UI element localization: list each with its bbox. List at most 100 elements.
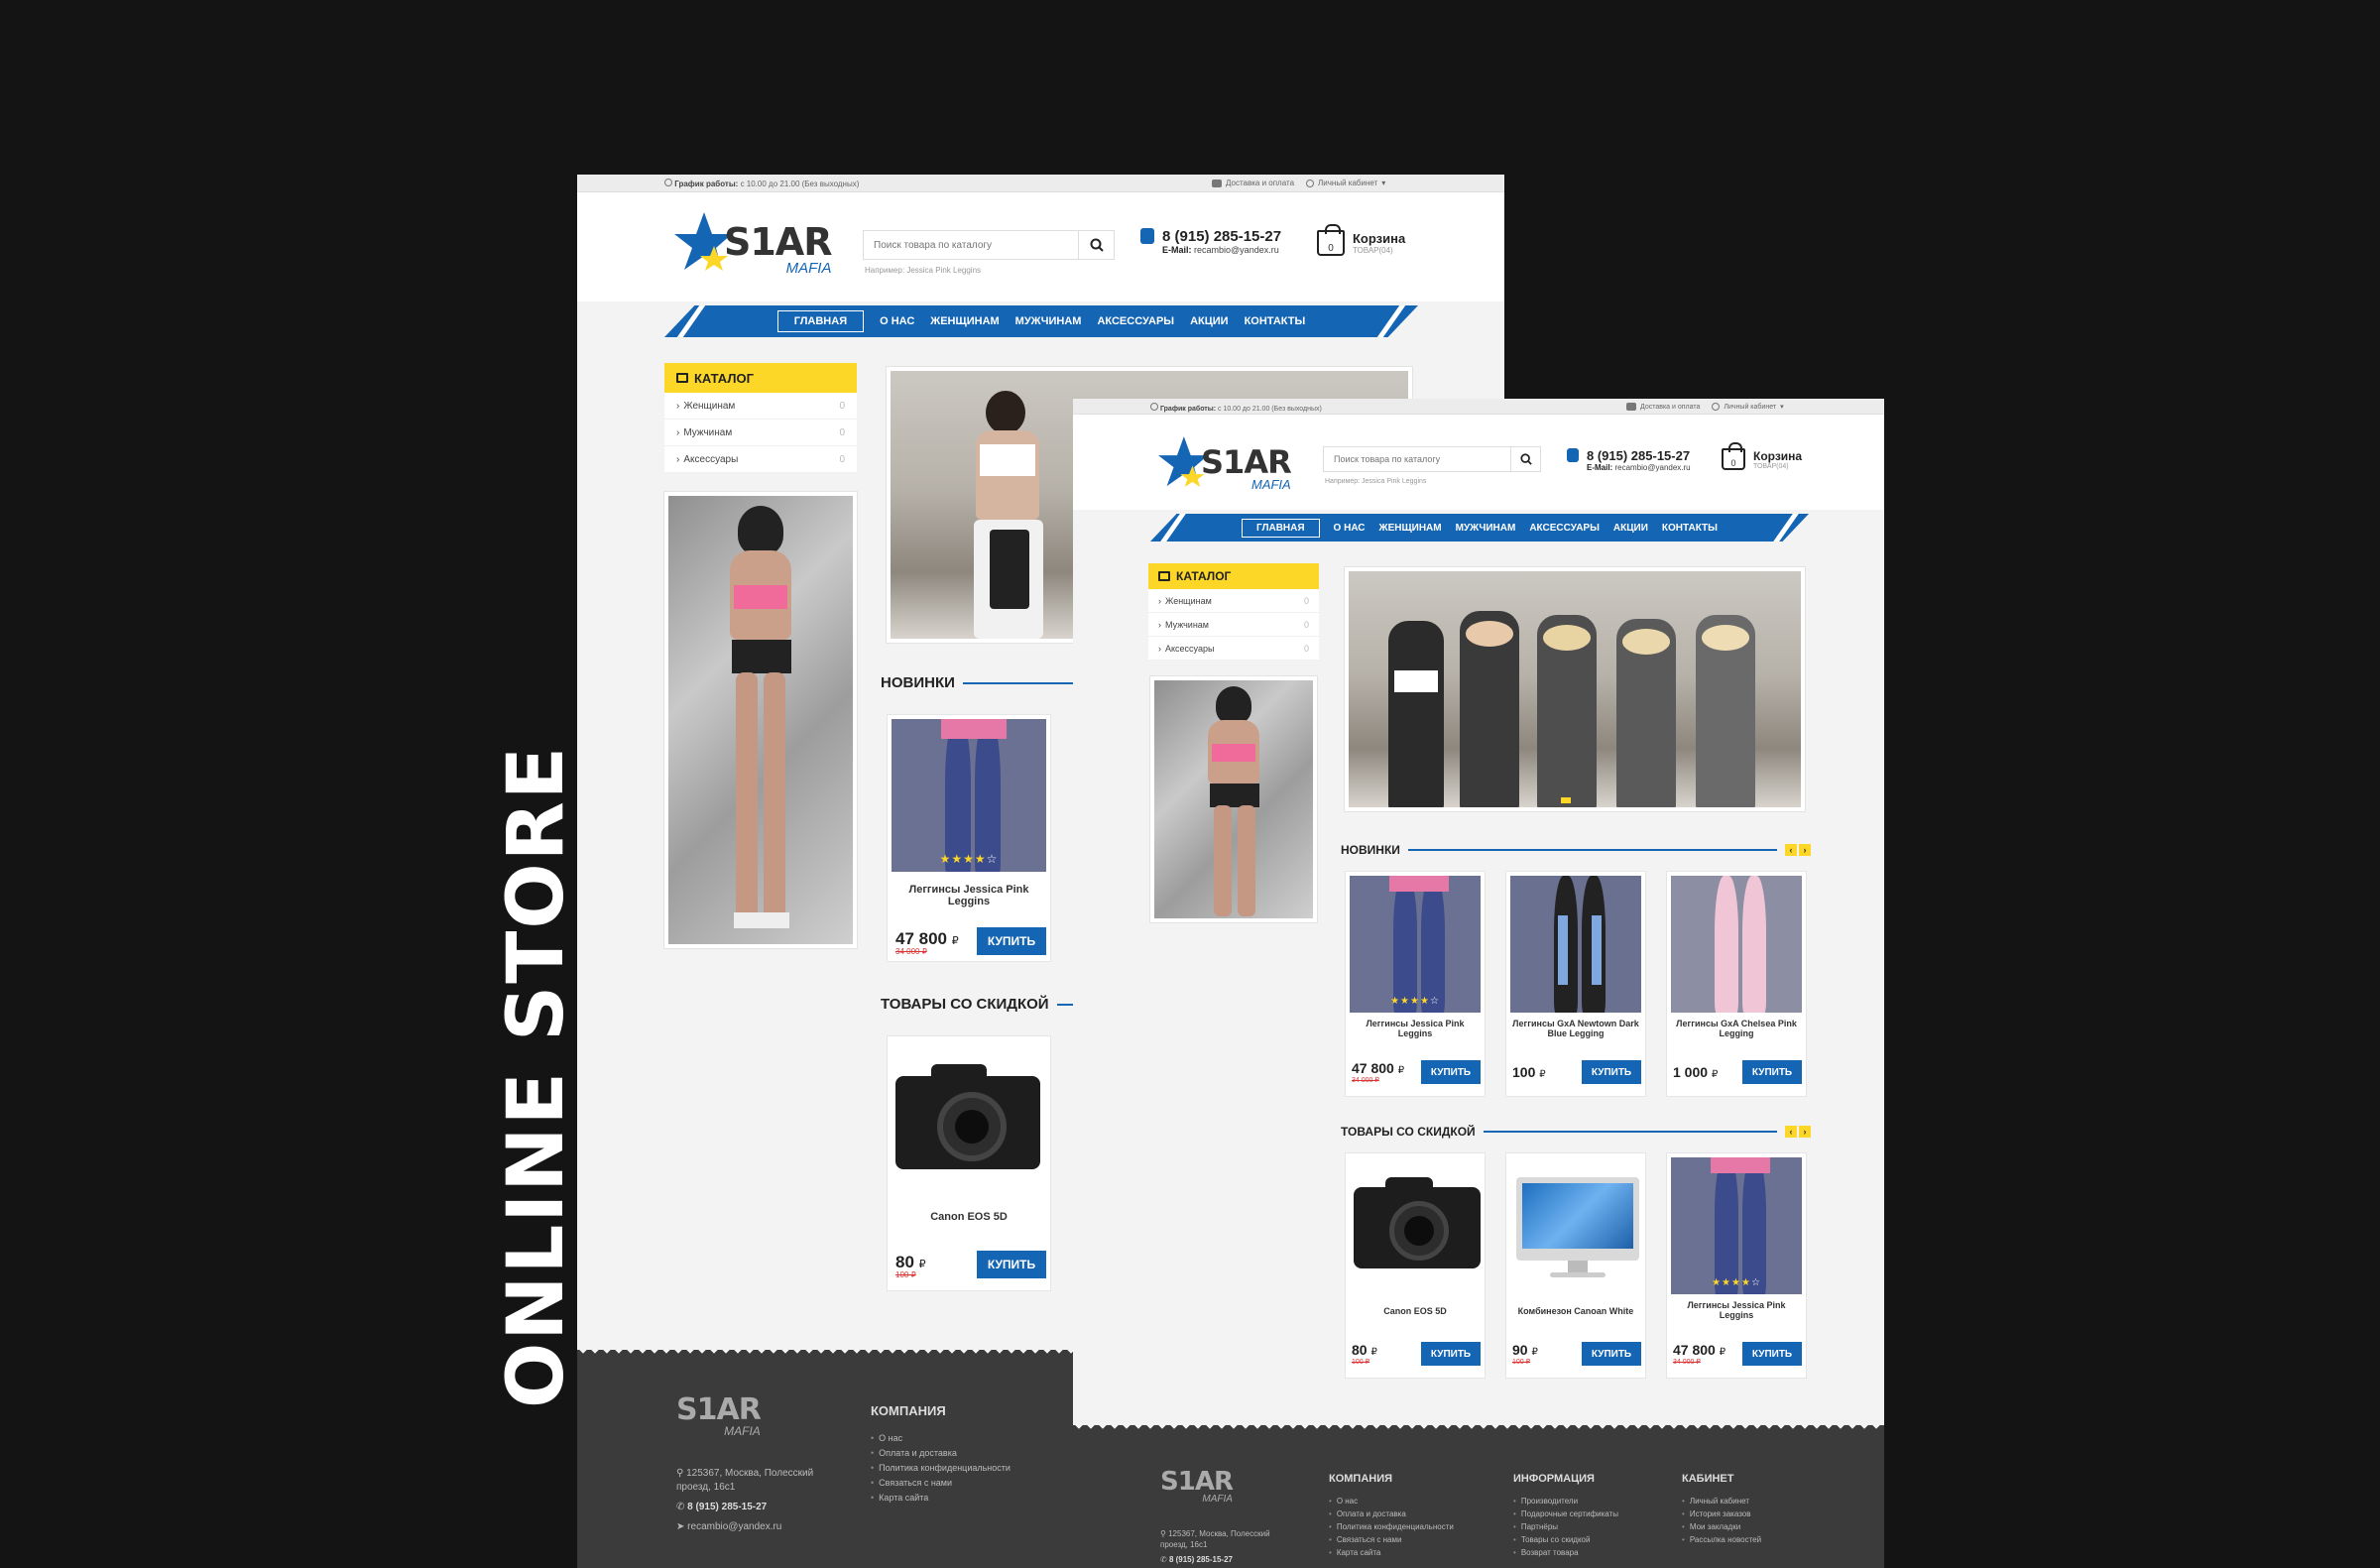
footer-link[interactable]: Личный кабинет bbox=[1682, 1495, 1761, 1508]
nav-men[interactable]: МУЖЧИНАМ bbox=[1015, 311, 1082, 331]
product-image[interactable]: ★★★★☆ bbox=[892, 719, 1046, 872]
footer-link[interactable]: Рассылка новостей bbox=[1682, 1533, 1761, 1546]
footer-phone[interactable]: 8 (915) 285-15-27 bbox=[687, 1502, 767, 1512]
product-image[interactable]: ★★★★☆ bbox=[1671, 1157, 1802, 1294]
footer-link[interactable]: Оплата и доставка bbox=[871, 1446, 1011, 1461]
product-image[interactable] bbox=[1671, 876, 1802, 1013]
buy-button[interactable]: КУПИТЬ bbox=[1421, 1342, 1481, 1366]
delivery-link[interactable]: Доставка и оплата bbox=[1626, 403, 1700, 411]
prev-arrow-icon[interactable]: ‹ bbox=[1785, 1126, 1797, 1138]
footer-phone[interactable]: 8 (915) 285-15-27 bbox=[1169, 1555, 1233, 1564]
slider-dot[interactable] bbox=[1561, 797, 1571, 803]
sidebar-banner-image[interactable] bbox=[664, 492, 857, 948]
footer-link[interactable]: Карта сайта bbox=[871, 1491, 1011, 1506]
nav-women[interactable]: ЖЕНЩИНАМ bbox=[1379, 520, 1442, 537]
nav-home[interactable]: ГЛАВНАЯ bbox=[776, 310, 865, 332]
footer-link[interactable]: Производители bbox=[1513, 1495, 1618, 1508]
product-card[interactable]: ★★★★☆ Леггинсы Jessica Pink Leggins 47 8… bbox=[1666, 1152, 1807, 1379]
account-link[interactable]: Личный кабинет ▾ bbox=[1712, 403, 1784, 411]
footer-link[interactable]: Подарочные сертификаты bbox=[1513, 1508, 1618, 1520]
footer-link[interactable]: Политика конфиденциальности bbox=[871, 1461, 1011, 1476]
footer-link[interactable]: Связаться с нами bbox=[871, 1476, 1011, 1491]
nav-about[interactable]: О НАС bbox=[880, 311, 914, 331]
search-button[interactable] bbox=[1510, 447, 1540, 471]
footer-logo[interactable]: S1AR MAFIA bbox=[676, 1395, 762, 1438]
buy-button[interactable]: КУПИТЬ bbox=[1582, 1342, 1641, 1366]
product-name[interactable]: Леггинсы Jessica Pink Leggins bbox=[1673, 1300, 1800, 1320]
product-image[interactable] bbox=[892, 1040, 1046, 1193]
product-name[interactable]: Леггинсы Jessica Pink Leggins bbox=[893, 884, 1044, 907]
nav-men[interactable]: МУЖЧИНАМ bbox=[1456, 520, 1516, 537]
next-arrow-icon[interactable]: › bbox=[1799, 1126, 1811, 1138]
product-card[interactable]: Леггинсы GxA Newtown Dark Blue Legging 1… bbox=[1505, 871, 1646, 1097]
search-input[interactable] bbox=[864, 231, 1078, 259]
product-name[interactable]: Леггинсы Jessica Pink Leggins bbox=[1352, 1019, 1479, 1038]
footer-email[interactable]: recambio@yandex.ru bbox=[687, 1521, 781, 1532]
buy-button[interactable]: КУПИТЬ bbox=[1582, 1060, 1641, 1084]
footer-logo[interactable]: S1AR MAFIA bbox=[1160, 1469, 1234, 1505]
prev-arrow-icon[interactable]: ‹ bbox=[1785, 844, 1797, 856]
footer-link[interactable]: О нас bbox=[871, 1431, 1011, 1446]
next-arrow-icon[interactable]: › bbox=[1799, 844, 1811, 856]
product-image[interactable]: ★★★★☆ bbox=[1350, 876, 1481, 1013]
footer-link[interactable]: Мои закладки bbox=[1682, 1520, 1761, 1533]
sidebar-banner-image[interactable] bbox=[1150, 676, 1317, 922]
nav-sales[interactable]: АКЦИИ bbox=[1190, 311, 1229, 331]
buy-button[interactable]: КУПИТЬ bbox=[1742, 1060, 1802, 1084]
footer-link[interactable]: Оплата и доставка bbox=[1329, 1508, 1454, 1520]
product-card[interactable]: Canon EOS 5D 80 ₽ 100 ₽ КУПИТЬ bbox=[1345, 1152, 1486, 1379]
catalog-item[interactable]: › Аксессуары 0 bbox=[1148, 637, 1319, 661]
product-name[interactable]: Canon EOS 5D bbox=[1352, 1306, 1479, 1316]
nav-accessories[interactable]: АКСЕССУАРЫ bbox=[1097, 311, 1174, 331]
account-link[interactable]: Личный кабинет ▾ bbox=[1306, 179, 1385, 187]
nav-contacts[interactable]: КОНТАКТЫ bbox=[1245, 311, 1306, 331]
product-card[interactable]: ★★★★☆ Леггинсы Jessica Pink Leggins 47 8… bbox=[887, 714, 1051, 962]
cart[interactable]: 0 Корзина ТОВАР(04) bbox=[1722, 442, 1802, 470]
catalog-item[interactable]: › Мужчинам 0 bbox=[664, 420, 857, 446]
product-image[interactable] bbox=[1510, 876, 1641, 1013]
product-card[interactable]: ★★★★☆ Леггинсы Jessica Pink Leggins 47 8… bbox=[1345, 871, 1486, 1097]
buy-button[interactable]: КУПИТЬ bbox=[1421, 1060, 1481, 1084]
product-image[interactable] bbox=[1350, 1157, 1481, 1294]
catalog-item[interactable]: › Мужчинам 0 bbox=[1148, 613, 1319, 637]
footer-link[interactable]: Возврат товара bbox=[1513, 1546, 1618, 1559]
footer-link[interactable]: Партнёры bbox=[1513, 1520, 1618, 1533]
product-card[interactable]: Леггинсы GxA Chelsea Pink Legging 1 000 … bbox=[1666, 871, 1807, 1097]
nav-sales[interactable]: АКЦИИ bbox=[1613, 520, 1648, 537]
product-name[interactable]: Комбинезон Canoan White bbox=[1512, 1306, 1639, 1316]
buy-button[interactable]: КУПИТЬ bbox=[1742, 1342, 1802, 1366]
product-image[interactable] bbox=[1510, 1157, 1641, 1294]
logo[interactable]: S1AR MAFIA bbox=[1158, 436, 1292, 491]
logo[interactable]: S1AR MAFIA bbox=[674, 212, 832, 276]
cart[interactable]: 0 Корзина ТОВАР(04) bbox=[1317, 224, 1405, 256]
catalog-header[interactable]: КАТАЛОГ bbox=[664, 363, 857, 393]
phone-number[interactable]: 8 (915) 285-15-27 bbox=[1162, 228, 1281, 245]
catalog-item[interactable]: › Женщинам 0 bbox=[664, 393, 857, 420]
search-button[interactable] bbox=[1078, 231, 1114, 259]
catalog-item[interactable]: › Женщинам 0 bbox=[1148, 589, 1319, 613]
nav-women[interactable]: ЖЕНЩИНАМ bbox=[930, 311, 999, 331]
hero-banner-image[interactable] bbox=[1345, 567, 1805, 811]
email-link[interactable]: recambio@yandex.ru bbox=[1194, 245, 1279, 255]
buy-button[interactable]: КУПИТЬ bbox=[977, 1251, 1046, 1278]
product-card[interactable]: Canon EOS 5D 80 ₽ 100 ₽ КУПИТЬ bbox=[887, 1035, 1051, 1291]
nav-home[interactable]: ГЛАВНАЯ bbox=[1242, 518, 1320, 538]
product-name[interactable]: Леггинсы GxA Newtown Dark Blue Legging bbox=[1512, 1019, 1639, 1038]
phone-number[interactable]: 8 (915) 285-15-27 bbox=[1587, 448, 1691, 463]
email-link[interactable]: recambio@yandex.ru bbox=[1614, 463, 1690, 472]
catalog-item[interactable]: › Аксессуары 0 bbox=[664, 446, 857, 473]
footer-link[interactable]: Товары со скидкой bbox=[1513, 1533, 1618, 1546]
nav-about[interactable]: О НАС bbox=[1334, 520, 1366, 537]
nav-accessories[interactable]: АКСЕССУАРЫ bbox=[1529, 520, 1600, 537]
buy-button[interactable]: КУПИТЬ bbox=[977, 927, 1046, 955]
footer-link[interactable]: Связаться с нами bbox=[1329, 1533, 1454, 1546]
footer-link[interactable]: Карта сайта bbox=[1329, 1546, 1454, 1559]
product-name[interactable]: Леггинсы GxA Chelsea Pink Legging bbox=[1673, 1019, 1800, 1038]
footer-link[interactable]: Политика конфиденциальности bbox=[1329, 1520, 1454, 1533]
footer-link[interactable]: История заказов bbox=[1682, 1508, 1761, 1520]
catalog-header[interactable]: КАТАЛОГ bbox=[1148, 563, 1319, 589]
nav-contacts[interactable]: КОНТАКТЫ bbox=[1662, 520, 1718, 537]
product-name[interactable]: Canon EOS 5D bbox=[893, 1211, 1044, 1223]
product-card[interactable]: Комбинезон Canoan White 90 ₽ 100 ₽ КУПИТ… bbox=[1505, 1152, 1646, 1379]
delivery-link[interactable]: Доставка и оплата bbox=[1212, 179, 1294, 187]
